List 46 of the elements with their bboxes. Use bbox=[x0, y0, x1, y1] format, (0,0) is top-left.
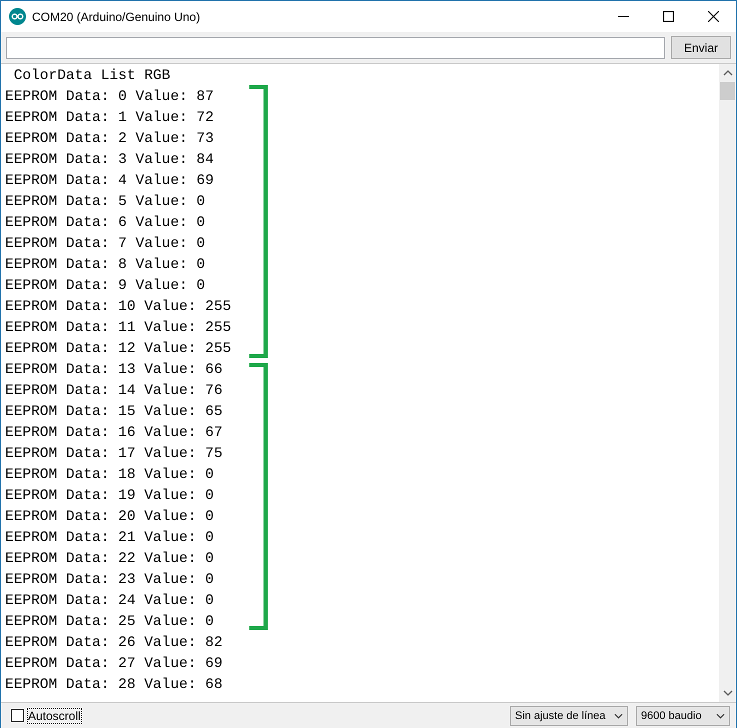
output-line: EEPROM Data: 21 Value: 0 bbox=[5, 529, 214, 548]
send-button[interactable]: Enviar bbox=[671, 36, 731, 59]
close-icon[interactable] bbox=[708, 11, 719, 22]
output-line: EEPROM Data: 14 Value: 76 bbox=[5, 382, 223, 401]
output-line: EEPROM Data: 11 Value: 255 bbox=[5, 319, 232, 338]
output-line: EEPROM Data: 4 Value: 69 bbox=[5, 172, 214, 191]
input-field[interactable] bbox=[6, 36, 665, 58]
output-line: EEPROM Data: 28 Value: 68 bbox=[5, 676, 223, 695]
output-line: EEPROM Data: 13 Value: 66 bbox=[5, 361, 223, 380]
output-line: EEPROM Data: 17 Value: 75 bbox=[5, 445, 223, 464]
output-line: EEPROM Data: 8 Value: 0 bbox=[5, 256, 206, 275]
output-line: EEPROM Data: 16 Value: 67 bbox=[5, 424, 223, 443]
output-line: EEPROM Data: 18 Value: 0 bbox=[5, 466, 214, 485]
output-line: EEPROM Data: 9 Value: 0 bbox=[5, 277, 206, 296]
output-line: EEPROM Data: 26 Value: 82 bbox=[5, 634, 223, 653]
scroll-down-icon[interactable] bbox=[722, 690, 732, 696]
output-line: EEPROM Data: 0 Value: 87 bbox=[5, 88, 214, 107]
output-line: EEPROM Data: 19 Value: 0 bbox=[5, 487, 214, 506]
output-line: EEPROM Data: 25 Value: 0 bbox=[5, 613, 214, 632]
output-line: EEPROM Data: 5 Value: 0 bbox=[5, 193, 206, 212]
window-title: COM20 (Arduino/Genuino Uno) bbox=[32, 10, 200, 24]
line-ending-dropdown[interactable]: Sin ajuste de línea bbox=[510, 706, 628, 726]
scrollbar[interactable] bbox=[719, 64, 736, 702]
output-line: EEPROM Data: 23 Value: 0 bbox=[5, 571, 214, 590]
caret-icon[interactable] bbox=[614, 712, 623, 718]
autoscroll-label[interactable]: Autoscroll bbox=[27, 708, 82, 724]
app-logo-icon bbox=[9, 8, 26, 25]
output-line: ColorData List RGB bbox=[12, 67, 170, 86]
output-line: EEPROM Data: 3 Value: 84 bbox=[5, 151, 214, 170]
output-line: EEPROM Data: 27 Value: 69 bbox=[5, 655, 223, 674]
maximize-icon[interactable] bbox=[663, 11, 674, 22]
output-line: EEPROM Data: 22 Value: 0 bbox=[5, 550, 214, 569]
output-line: EEPROM Data: 2 Value: 73 bbox=[5, 130, 214, 149]
output-line: EEPROM Data: 12 Value: 255 bbox=[5, 340, 232, 359]
scroll-thumb[interactable] bbox=[720, 82, 735, 100]
output-line: EEPROM Data: 7 Value: 0 bbox=[5, 235, 206, 254]
caret-icon[interactable] bbox=[716, 712, 725, 718]
output-line: EEPROM Data: 20 Value: 0 bbox=[5, 508, 214, 527]
output-line: EEPROM Data: 24 Value: 0 bbox=[5, 592, 214, 611]
output-line: EEPROM Data: 6 Value: 0 bbox=[5, 214, 206, 233]
output-line: EEPROM Data: 10 Value: 255 bbox=[5, 298, 232, 317]
output-line: EEPROM Data: 1 Value: 72 bbox=[5, 109, 214, 128]
autoscroll-checkbox[interactable] bbox=[11, 709, 24, 722]
scroll-up-icon[interactable] bbox=[722, 70, 732, 76]
output-line: EEPROM Data: 15 Value: 65 bbox=[5, 403, 223, 422]
baud-rate-dropdown[interactable]: 9600 baudio bbox=[636, 706, 730, 726]
